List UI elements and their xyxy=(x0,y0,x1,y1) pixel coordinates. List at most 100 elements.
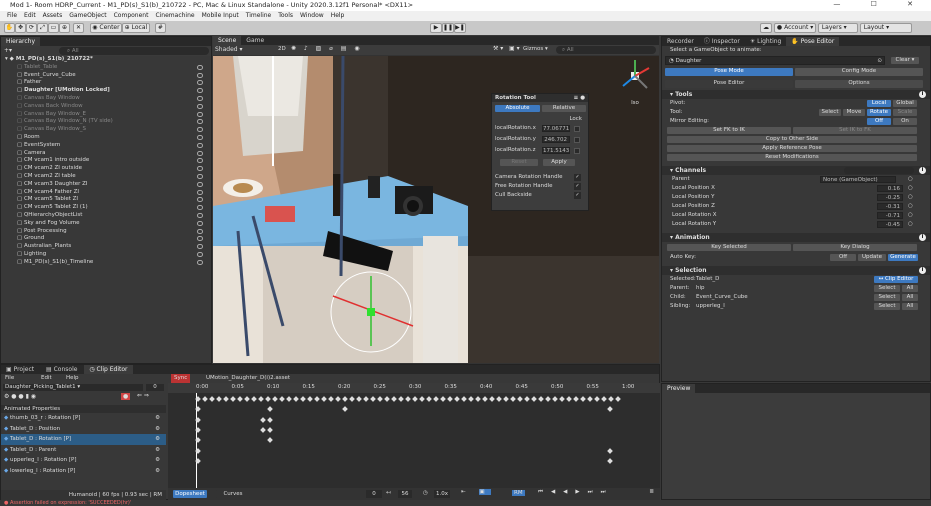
animated-property-row[interactable]: ◆ upperleg_l : Rotation [P] ⚙ xyxy=(1,455,166,466)
layers-stack-icon[interactable]: ≣ xyxy=(649,489,654,495)
keyframe[interactable] xyxy=(244,396,250,402)
keyframe[interactable] xyxy=(594,396,600,402)
key-selected-button[interactable]: Key Selected xyxy=(667,244,791,251)
visibility-eye-icon[interactable] xyxy=(197,88,203,94)
channel-value-field[interactable]: 0.16 xyxy=(877,185,903,192)
keyframe[interactable] xyxy=(552,396,558,402)
edit-menu[interactable]: Edit xyxy=(41,374,52,383)
sibling-all-button[interactable]: All xyxy=(902,303,918,310)
status-bar[interactable]: ● Assertion failed on expression: 'SUCCE… xyxy=(0,500,931,506)
keyframe[interactable] xyxy=(209,396,215,402)
channel-key-icon[interactable]: ○ xyxy=(908,193,913,202)
hierarchy-item[interactable]: ▢ Post Processing xyxy=(1,228,211,236)
rotation-field-input[interactable]: 246.702 xyxy=(542,136,570,143)
keyframe[interactable] xyxy=(265,396,271,402)
visibility-eye-icon[interactable] xyxy=(197,259,203,265)
keyframe[interactable] xyxy=(461,396,467,402)
layers-dropdown[interactable]: Layers ▾ xyxy=(817,23,858,33)
keyframe[interactable] xyxy=(223,396,229,402)
tab-console[interactable]: ▤ Console xyxy=(41,365,82,374)
menu-timeline[interactable]: Timeline xyxy=(246,12,272,19)
tab-pose-editor[interactable]: ✋ Pose Editor xyxy=(786,37,840,46)
keyframe[interactable] xyxy=(258,396,264,402)
reset-modifications-button[interactable]: Reset Modifications xyxy=(667,154,917,161)
animated-property-row[interactable]: ◆ Tablet_D : Parent ⚙ xyxy=(1,445,166,456)
pause-button[interactable]: ❚❚ xyxy=(442,23,454,33)
layout-dropdown[interactable]: Layout ▾ xyxy=(859,23,912,33)
rect-tool-icon[interactable]: ▭ xyxy=(48,23,59,33)
keyframe[interactable] xyxy=(267,427,273,433)
hierarchy-item[interactable]: ▢ EventSystem xyxy=(1,142,211,150)
menu-cinemachine[interactable]: Cinemachine xyxy=(155,12,194,19)
object-field[interactable]: ◔ Daughter ⊙ xyxy=(665,56,885,65)
keyframe[interactable] xyxy=(272,396,278,402)
visibility-eye-icon[interactable] xyxy=(197,142,203,148)
keyframe[interactable] xyxy=(608,396,614,402)
scene-root-row[interactable]: ▾ ◆ M1_PD(s)_S1(b)_210722* xyxy=(1,56,211,64)
animated-property-row[interactable]: ◆ thumb_03_r : Rotation [P] ⚙ xyxy=(1,413,166,424)
selection-section-header[interactable]: ▾ Selection i xyxy=(662,266,930,275)
rotation-field-input[interactable]: 77.06771 xyxy=(542,125,570,132)
scale-tool-icon[interactable]: ⤢ xyxy=(37,23,48,33)
keyframe[interactable] xyxy=(279,396,285,402)
keyframe[interactable] xyxy=(260,417,266,423)
config-mode-button[interactable]: Config Mode xyxy=(795,68,923,76)
keyframe[interactable] xyxy=(230,396,236,402)
tools-info-icon[interactable]: i xyxy=(919,91,926,98)
menu-edit[interactable]: Edit xyxy=(24,12,36,19)
step-button[interactable]: ▶❚ xyxy=(454,23,466,33)
hierarchy-item[interactable]: ▢ Daughter [UMotion Locked] xyxy=(1,87,211,95)
window-controls[interactable]: — ☐ ✕ xyxy=(833,0,927,8)
visibility-eye-icon[interactable] xyxy=(197,158,203,164)
current-frame-field[interactable]: 0 xyxy=(366,490,382,498)
keyframe[interactable] xyxy=(398,396,404,402)
keyframe[interactable] xyxy=(377,396,383,402)
keyframe[interactable] xyxy=(267,417,273,423)
lock-checkbox[interactable] xyxy=(574,148,580,154)
channel-value-field[interactable]: -0.31 xyxy=(877,203,903,210)
keyframe[interactable] xyxy=(335,396,341,402)
projection-label[interactable]: Iso xyxy=(617,100,653,106)
hierarchy-item[interactable]: ▢ Tablet_Table xyxy=(1,64,211,72)
timeline-ruler[interactable]: 0:00 0:05 0:10 0:15 0:20 0:25 0:30 0:35 0:40 0:45… xyxy=(168,383,660,393)
animation-info-icon[interactable]: i xyxy=(919,234,926,241)
visibility-eye-icon[interactable] xyxy=(197,134,203,140)
loop-options-icons[interactable]: ⇤ ▣ xyxy=(461,489,491,495)
rotation-tool-info-icon[interactable]: ≡ ● xyxy=(574,94,585,102)
menu-file[interactable]: File xyxy=(7,12,17,19)
channel-key-icon[interactable]: ○ xyxy=(908,202,913,211)
keyframe[interactable] xyxy=(202,396,208,402)
keyframe[interactable] xyxy=(342,396,348,402)
account-dropdown[interactable]: ● Account ▾ xyxy=(773,23,816,33)
keyframe[interactable] xyxy=(531,396,537,402)
lock-checkbox[interactable] xyxy=(574,126,580,132)
channel-key-icon[interactable]: ○ xyxy=(908,211,913,220)
custom-tool-icon[interactable]: ✕ xyxy=(73,23,84,33)
visibility-eye-icon[interactable] xyxy=(197,181,203,187)
2d-toggle[interactable]: 2D xyxy=(278,46,286,52)
hierarchy-item[interactable]: ▢ Event_Curve_Cube xyxy=(1,72,211,80)
hierarchy-search-input[interactable]: ⌕ All xyxy=(59,47,209,55)
subtab-options[interactable]: Options xyxy=(795,80,923,88)
hierarchy-item[interactable]: ▢ Lighting xyxy=(1,251,211,259)
channel-value-field[interactable]: -0.71 xyxy=(877,212,903,219)
tab-recorder[interactable]: Recorder xyxy=(662,37,699,46)
keyframe[interactable] xyxy=(237,396,243,402)
tab-lighting[interactable]: ☀ Lighting xyxy=(745,37,787,46)
visibility-eye-icon[interactable] xyxy=(197,251,203,257)
hierarchy-item[interactable]: ▢ CM vcam2 ZI table xyxy=(1,173,211,181)
play-button[interactable]: ▶ xyxy=(430,23,442,33)
rotation-field-input[interactable]: 171.5143 xyxy=(542,147,570,154)
tab-preview[interactable]: Preview xyxy=(662,384,696,393)
keyframe[interactable] xyxy=(440,396,446,402)
visibility-eye-icon[interactable] xyxy=(197,244,203,250)
menu-component[interactable]: Component xyxy=(114,12,149,19)
nav-arrows-icon[interactable]: ⇐ ⇒ xyxy=(137,392,149,399)
keyframe[interactable] xyxy=(405,396,411,402)
tool-move-button[interactable]: Move xyxy=(843,109,865,116)
frame-range-icon[interactable]: ↤ xyxy=(386,490,391,496)
keyframe[interactable] xyxy=(216,396,222,402)
tool-rotate-button[interactable]: Rotate xyxy=(867,109,891,116)
clear-button[interactable]: Clear ▾ xyxy=(891,57,919,64)
keyframe[interactable] xyxy=(384,396,390,402)
